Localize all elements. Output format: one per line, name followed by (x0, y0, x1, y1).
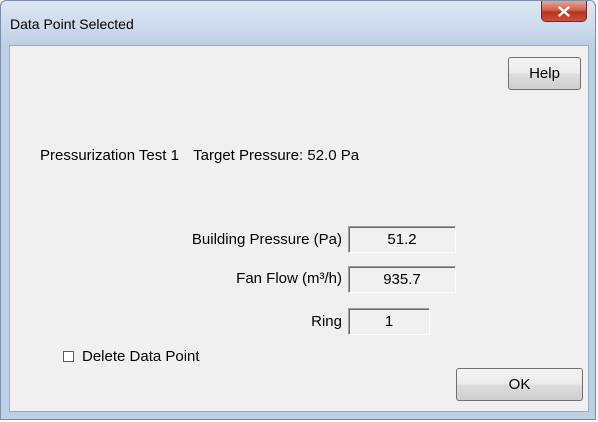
ok-button[interactable]: OK (456, 368, 583, 401)
building-pressure-value: 51.2 (348, 226, 456, 253)
delete-data-point-label: Delete Data Point (82, 348, 200, 365)
fan-flow-value: 935.7 (348, 266, 456, 293)
title-bar[interactable]: Data Point Selected (1, 1, 595, 45)
dialog-client-area: Help Pressurization Test 1 Target Pressu… (9, 45, 589, 412)
test-info-line: Pressurization Test 1 Target Pressure: 5… (40, 147, 359, 164)
dialog-window: Data Point Selected Help Pressurization … (0, 0, 596, 420)
delete-data-point-checkbox-row[interactable]: Delete Data Point (63, 348, 200, 365)
building-pressure-label: Building Pressure (Pa) (191, 231, 342, 248)
ring-value: 1 (348, 308, 430, 335)
close-button[interactable] (541, 1, 587, 22)
target-pressure-label: Target Pressure: 52.0 Pa (193, 147, 360, 164)
fan-flow-label: Fan Flow (m³/h) (236, 270, 342, 287)
delete-data-point-checkbox[interactable] (63, 351, 74, 362)
close-icon (558, 5, 570, 17)
ring-label: Ring (311, 313, 342, 330)
window-title: Data Point Selected (10, 16, 134, 32)
help-button[interactable]: Help (508, 57, 581, 90)
test-label: Pressurization Test 1 (40, 147, 179, 164)
